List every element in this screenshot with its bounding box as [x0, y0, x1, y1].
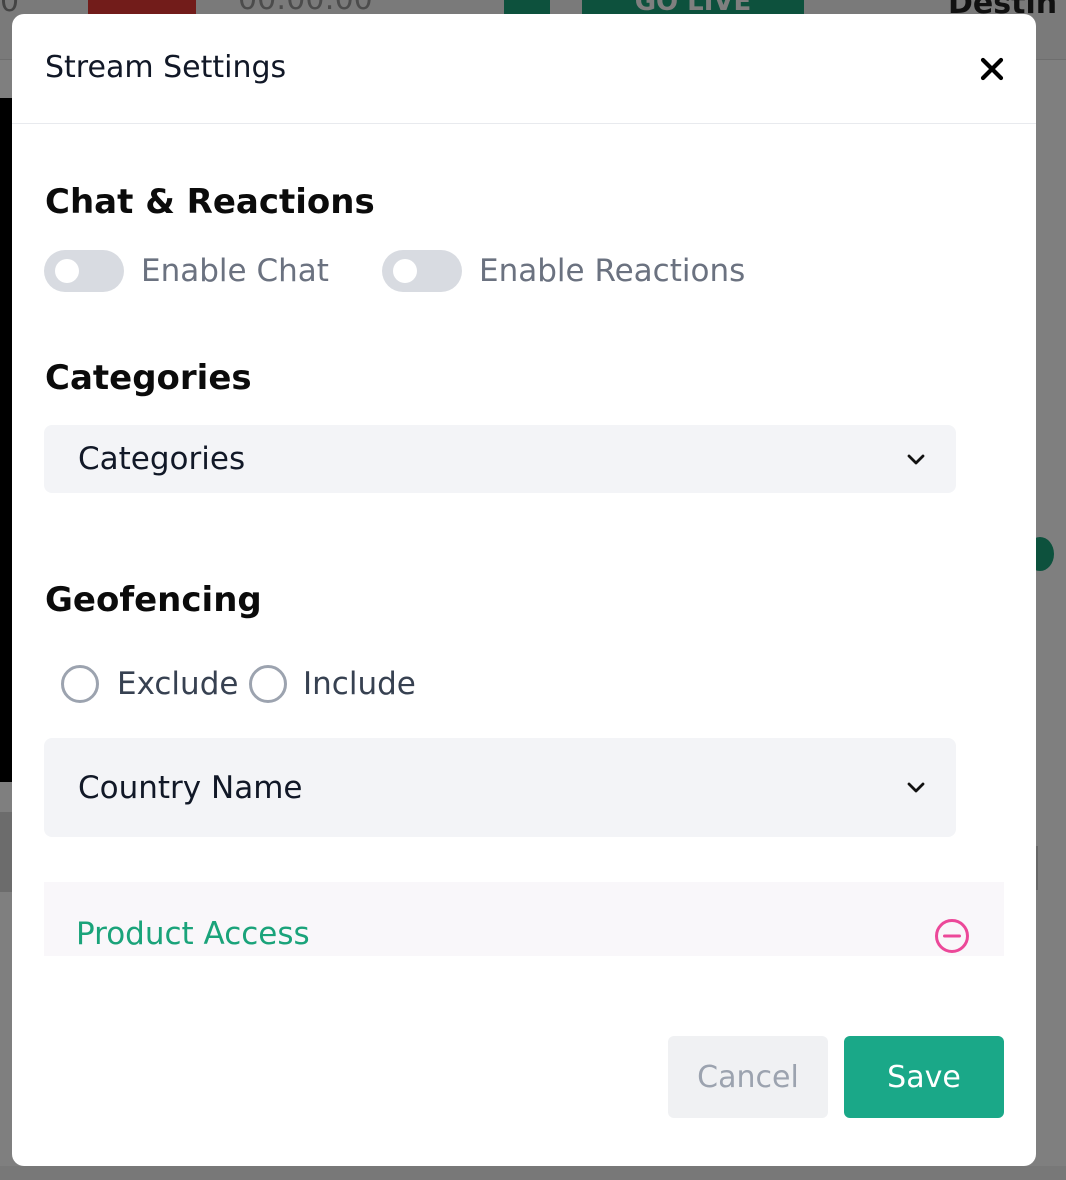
toggle-knob [55, 259, 79, 283]
country-select[interactable]: Country Name [44, 738, 956, 837]
chevron-down-icon [907, 782, 925, 793]
enable-reactions-toggle[interactable] [382, 250, 462, 292]
minus-circle-icon[interactable] [934, 918, 970, 954]
exclude-label: Exclude [117, 666, 239, 702]
cancel-button-label: Cancel [697, 1059, 799, 1095]
close-icon [980, 57, 1004, 81]
chat-reactions-heading: Chat & Reactions [45, 182, 375, 222]
enable-chat-toggle[interactable] [44, 250, 124, 292]
close-button[interactable] [972, 50, 1012, 88]
categories-heading: Categories [45, 358, 252, 398]
toggle-knob [393, 259, 417, 283]
include-label: Include [303, 666, 416, 702]
categories-select-value: Categories [78, 441, 246, 477]
include-radio[interactable] [249, 665, 287, 703]
modal-header: Stream Settings [12, 14, 1036, 124]
exclude-radio[interactable] [61, 665, 99, 703]
enable-reactions-label: Enable Reactions [479, 253, 746, 289]
cancel-button[interactable]: Cancel [668, 1036, 828, 1118]
modal-title: Stream Settings [45, 50, 287, 85]
product-access-panel: Product Access [44, 882, 1004, 956]
chevron-down-icon [907, 454, 925, 465]
save-button[interactable]: Save [844, 1036, 1004, 1118]
product-access-label[interactable]: Product Access [76, 916, 310, 952]
enable-chat-label: Enable Chat [141, 253, 329, 289]
save-button-label: Save [887, 1059, 961, 1095]
country-select-value: Country Name [78, 770, 303, 806]
categories-select[interactable]: Categories [44, 425, 956, 493]
geofencing-heading: Geofencing [45, 580, 262, 620]
stream-settings-modal: Stream Settings Chat & Reactions Enable … [12, 14, 1036, 1166]
